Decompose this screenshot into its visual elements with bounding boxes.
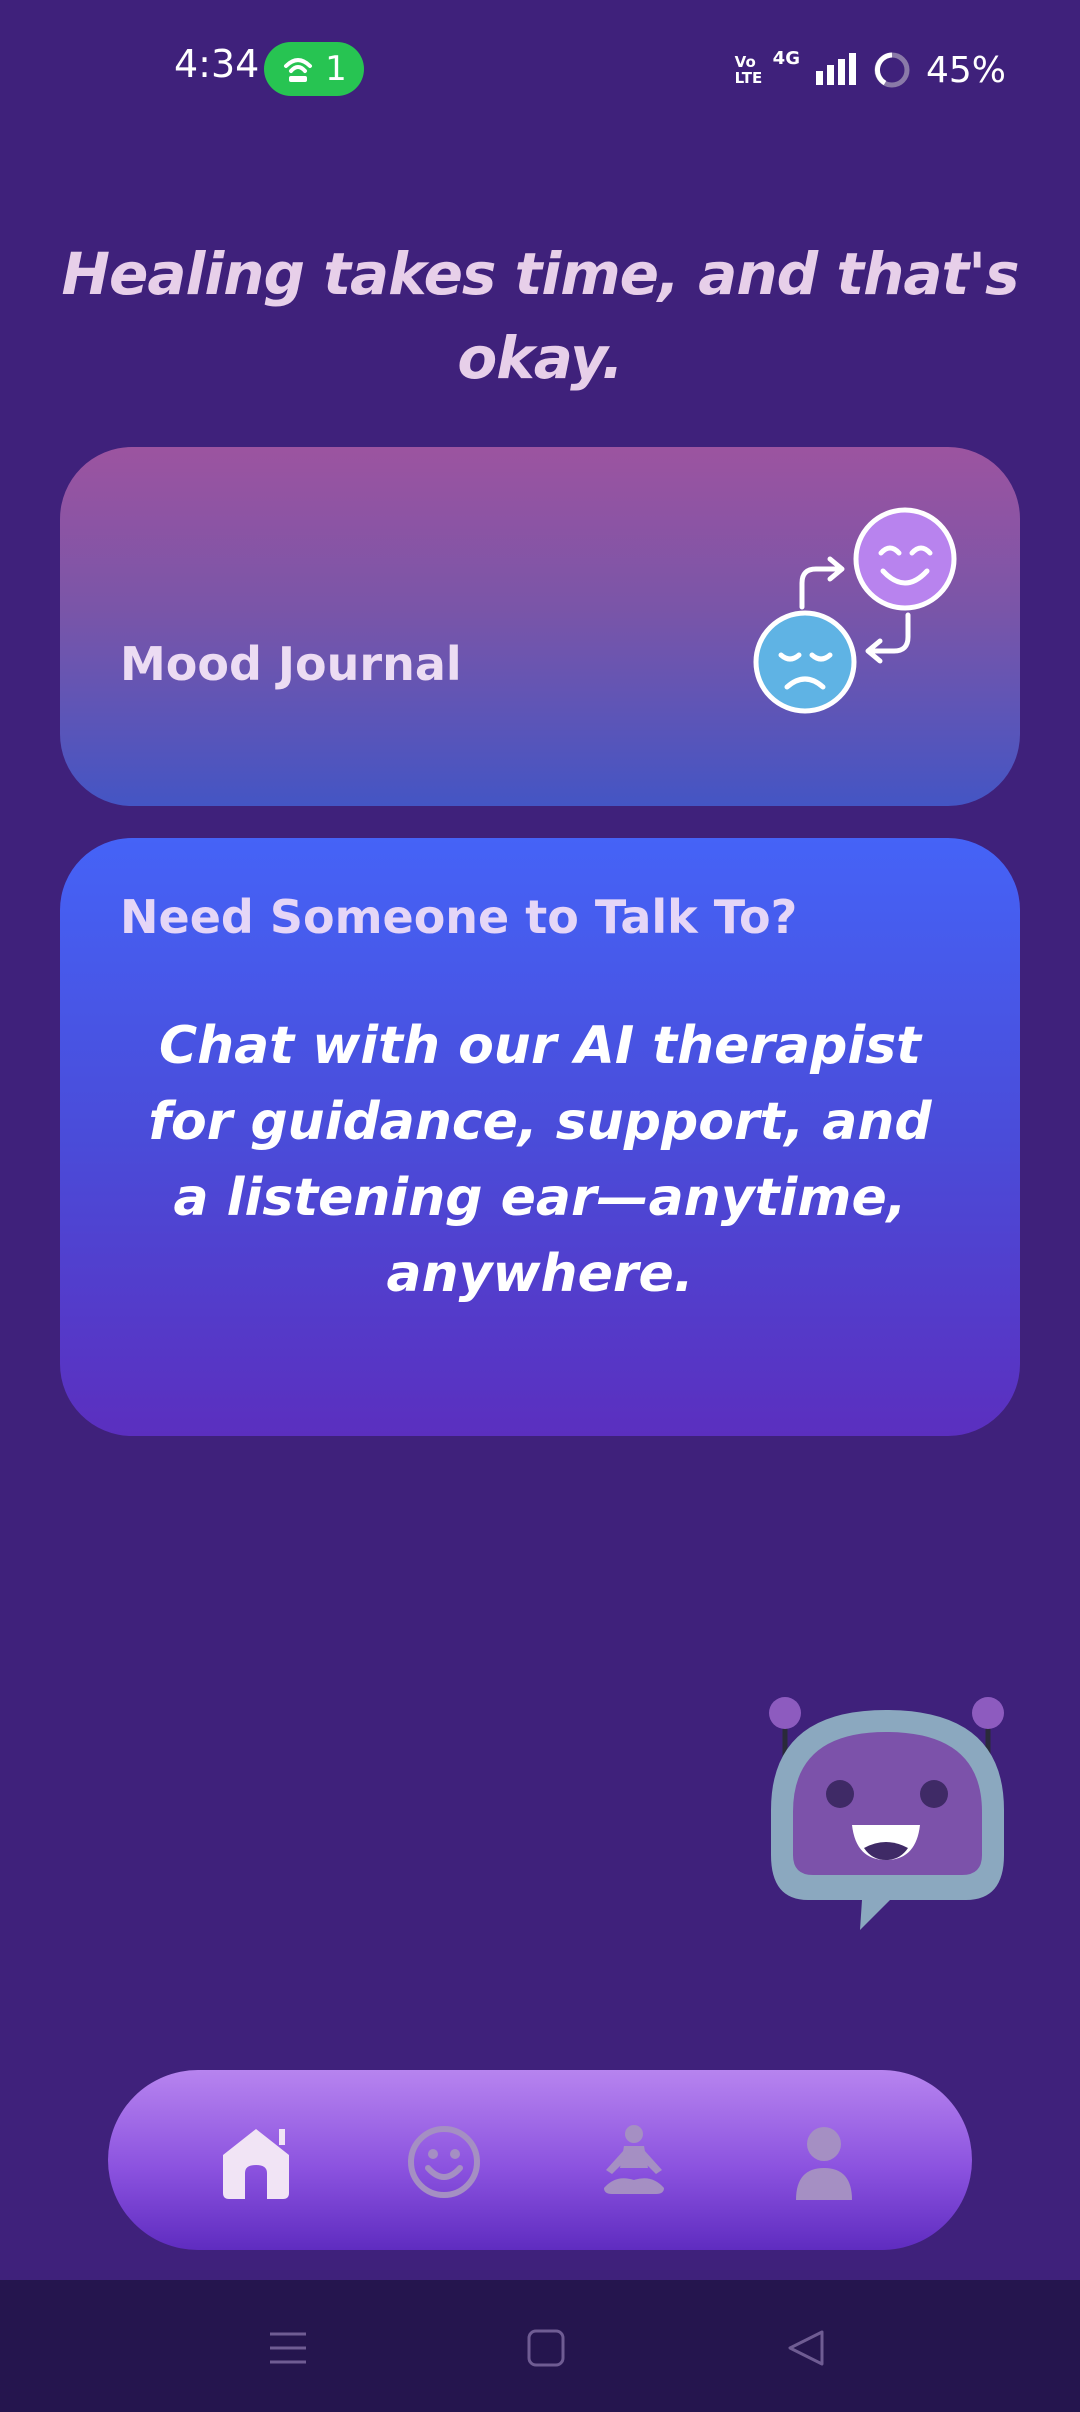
- home-icon: [223, 2129, 289, 2199]
- battery-ring-icon: [874, 52, 910, 88]
- hotspot-count: 1: [325, 49, 347, 89]
- mood-journal-title: Mood Journal: [120, 637, 462, 691]
- nav-home[interactable]: [214, 2120, 298, 2204]
- battery-percent: 45%: [925, 49, 1006, 91]
- nav-meditation[interactable]: [592, 2120, 676, 2204]
- signal-icon: [815, 53, 856, 85]
- chatbot-robot-icon[interactable]: [760, 1690, 1010, 1940]
- menu-lines-icon: [270, 2332, 306, 2364]
- recent-apps-button[interactable]: [258, 2318, 318, 2378]
- status-bar: 4:34 1 Vo LTE 4G 45%: [0, 0, 1080, 140]
- profile-icon: [796, 2127, 852, 2200]
- mood-swap-icon: [753, 507, 957, 714]
- mood-journal-card[interactable]: Mood Journal: [60, 447, 1020, 806]
- meditation-icon: [604, 2125, 664, 2194]
- hotspot-icon: [284, 58, 313, 82]
- network-type: 4G: [772, 48, 800, 69]
- hotspot-indicator: 1: [264, 42, 364, 96]
- home-button[interactable]: [516, 2318, 576, 2378]
- square-icon: [527, 2329, 565, 2367]
- volte-icon: Vo LTE: [734, 53, 763, 87]
- talk-card-title: Need Someone to Talk To?: [120, 890, 798, 944]
- smiley-icon: [408, 2126, 480, 2198]
- nav-mood[interactable]: [402, 2120, 486, 2204]
- back-triangle-icon: [788, 2330, 824, 2366]
- ai-therapist-card[interactable]: Need Someone to Talk To? Chat with our A…: [60, 838, 1020, 1436]
- page-headline: Healing takes time, and that's okay.: [61, 240, 1019, 392]
- status-time: 4:34: [174, 42, 260, 86]
- system-navigation-bar: [0, 2280, 1080, 2412]
- nav-profile[interactable]: [782, 2120, 866, 2204]
- talk-card-description: Chat with our AI therapist for guidance,…: [148, 1016, 932, 1304]
- bottom-navigation: [108, 2070, 972, 2250]
- back-button[interactable]: [776, 2318, 836, 2378]
- status-icons: Vo LTE 4G 45%: [735, 42, 1006, 98]
